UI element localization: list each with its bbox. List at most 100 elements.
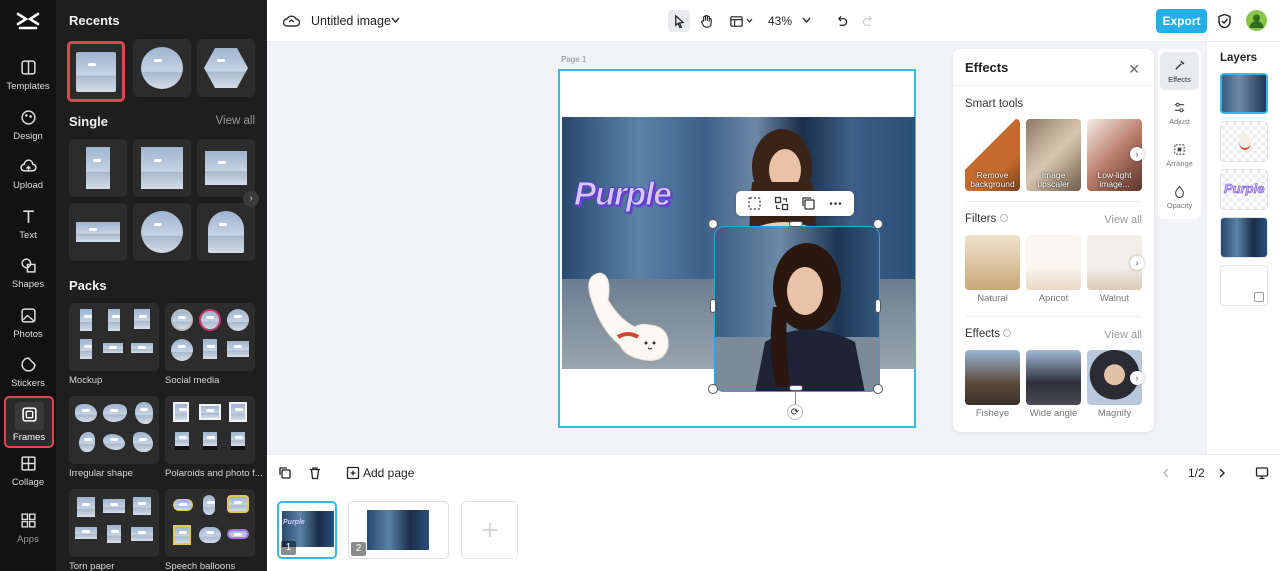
selected-frame-image[interactable] [714,226,880,392]
tab-effects[interactable]: Effects [1160,52,1199,90]
remove-background-tool[interactable]: Remove background [965,119,1020,191]
crop-icon[interactable] [747,196,762,211]
rail-label: Design [13,130,43,142]
layer-page-background[interactable] [1220,265,1268,306]
pack-speech-balloons[interactable] [165,489,255,557]
rotate-handle-icon[interactable]: ⟳ [787,404,803,420]
recent-frame-circle[interactable] [133,39,191,97]
chevron-down-icon[interactable] [391,17,400,24]
canvas-page[interactable]: Purple [558,69,916,428]
duplicate-icon[interactable] [801,196,816,211]
frame-thumb [107,525,121,543]
single-frame-circle[interactable] [133,203,191,261]
filters-view-all[interactable]: View all [1104,214,1142,226]
pack-torn-paper[interactable] [69,489,159,557]
chevron-right-icon[interactable]: › [1130,256,1144,270]
rail-shapes[interactable]: Shapes [5,250,51,296]
select-tool[interactable] [668,10,690,32]
frame-thumb [227,341,249,357]
hand-tool[interactable] [695,10,717,32]
tab-adjust[interactable]: Adjust [1160,94,1199,132]
effects-panel: Effects ✕ Smart tools Remove background … [953,49,1154,432]
prev-page-icon[interactable] [1162,468,1170,478]
single-frame-portrait[interactable] [69,139,127,197]
single-frame-square[interactable] [133,139,191,197]
layer-cat-sticker[interactable] [1220,121,1268,162]
page-thumbnail-2[interactable]: 2 [348,501,449,559]
cat-sticker[interactable] [580,265,675,365]
replace-icon[interactable] [774,196,789,211]
trash-icon[interactable] [308,466,322,480]
rail-frames[interactable]: Frames [4,396,54,448]
resize-handle[interactable] [708,384,718,394]
add-page-icon[interactable] [346,466,360,480]
pointer-icon [674,14,685,28]
single-next-arrow-icon[interactable]: › [243,191,259,207]
chevron-down-icon[interactable] [746,18,753,24]
resize-handle[interactable] [708,219,718,229]
frame-thumb [77,497,95,517]
tab-arrange[interactable]: Arrange [1160,136,1199,174]
zoom-level[interactable]: 43% [768,14,792,28]
resize-handle[interactable] [789,385,803,391]
page-thumbnail-1[interactable]: Purple 1 [277,501,337,559]
present-icon[interactable] [1255,466,1269,480]
pack-social-media[interactable] [165,303,255,371]
resize-handle[interactable] [875,299,881,313]
shield-icon[interactable] [1217,13,1232,29]
single-frame-arch[interactable] [197,203,255,261]
purple-headline-text[interactable]: Purple [574,175,673,213]
duplicate-page-icon[interactable] [278,466,292,480]
chevron-right-icon[interactable]: › [1130,147,1144,161]
chevron-down-icon[interactable] [802,17,811,24]
capcut-logo[interactable] [16,10,40,32]
single-frame-landscape[interactable] [197,139,255,197]
pack-polaroids[interactable] [165,396,255,464]
export-button[interactable]: Export [1156,9,1207,33]
close-icon[interactable]: ✕ [1128,61,1140,78]
rail-stickers[interactable]: Stickers [5,349,51,395]
tab-opacity[interactable]: Opacity [1160,178,1199,216]
pack-mockup[interactable] [69,303,159,371]
layout-tool[interactable] [725,10,747,32]
single-view-all[interactable]: View all [216,115,255,127]
recent-frame-hexagon[interactable] [197,39,255,97]
effects-section-text: Effects [965,328,1000,340]
pack-irregular-shape[interactable] [69,396,159,464]
filter-natural[interactable] [965,235,1020,290]
add-page-thumbnail[interactable] [461,501,518,559]
rail-text[interactable]: Text [5,201,51,247]
add-page-button[interactable]: Add page [363,466,414,480]
single-frame-wide[interactable] [69,203,127,261]
chevron-right-icon[interactable]: › [1130,371,1144,385]
avatar[interactable] [1246,10,1267,31]
effect-wide-angle[interactable] [1026,350,1081,405]
resize-handle[interactable] [789,221,803,227]
redo-button[interactable] [857,10,879,32]
layer-frame-image[interactable] [1220,73,1268,114]
rail-photos[interactable]: Photos [5,300,51,346]
resize-handle[interactable] [710,299,716,313]
rail-apps[interactable]: Apps [5,505,51,551]
info-icon[interactable] [1003,329,1012,337]
more-options-icon[interactable] [828,196,843,211]
rail-templates[interactable]: Templates [5,52,51,98]
layer-purple-text[interactable]: Purple [1220,169,1268,210]
image-upscaler-tool[interactable]: Image upscaler [1026,119,1081,191]
rail-design[interactable]: Design [5,102,51,148]
rail-collage[interactable]: Collage [5,448,51,494]
info-icon[interactable] [999,214,1008,222]
effect-fisheye[interactable] [965,350,1020,405]
recent-frame-square[interactable] [67,41,125,102]
document-title[interactable]: Untitled image [311,14,391,28]
resize-handle[interactable] [873,384,883,394]
next-page-icon[interactable] [1218,468,1226,478]
effects-view-all[interactable]: View all [1104,329,1142,341]
rail-upload[interactable]: Upload [5,151,51,197]
cloud-sync-icon[interactable] [283,13,300,28]
frame-thumb [199,527,221,543]
layer-background-photo[interactable] [1220,217,1268,258]
undo-button[interactable] [830,10,852,32]
resize-handle[interactable] [873,219,883,229]
filter-apricot[interactable] [1026,235,1081,290]
